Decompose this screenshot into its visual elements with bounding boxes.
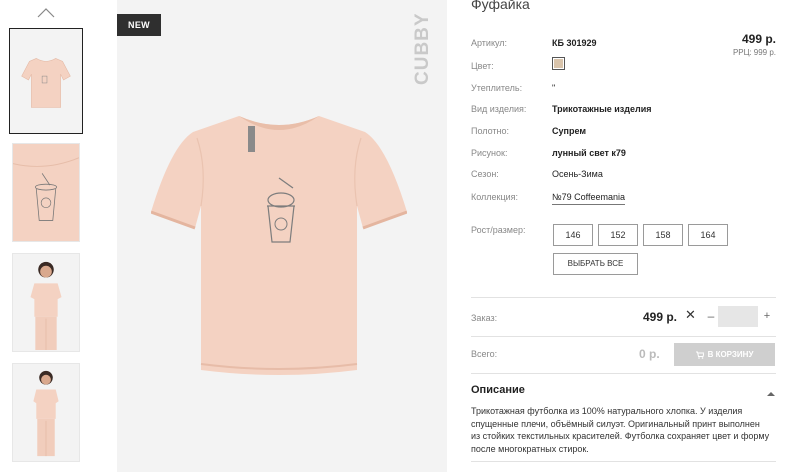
size-label: Рост/размер: [471,225,526,235]
attr-value: лунный свет к79 [552,148,626,158]
total-value: 0 р. [639,347,660,361]
product-title: Фуфайка [471,0,530,12]
divider [471,336,776,337]
t-shirt-image [151,116,407,375]
rrp-label: РРЦ: [732,48,752,57]
thumbnail-rail [0,0,95,472]
chevron-up-icon[interactable] [36,6,56,20]
attr-label: Вид изделия: [471,104,527,114]
product-price: 499 р. [741,32,776,46]
description-heading[interactable]: Описание [471,384,525,396]
quantity-decrement[interactable]: – [705,308,717,324]
order-label: Заказ: [471,313,498,323]
thumbnail-1[interactable] [9,28,83,134]
attr-value: КБ 301929 [552,38,597,48]
size-option-146[interactable]: 146 [553,224,593,246]
rrp-price: РРЦ: 999 р. [731,48,776,57]
main-product-image[interactable]: NEW CUBBY [117,0,447,472]
total-label: Всего: [471,349,498,359]
cart-button-label: В КОРЗИНУ [707,350,754,359]
attr-value: Трикотажные изделия [552,104,652,114]
attr-label: Сезон: [471,169,499,179]
attr-label: Артикул: [471,38,508,48]
description-text: Трикотажная футболка из 100% натуральног… [471,406,770,454]
add-to-cart-button[interactable]: В КОРЗИНУ [674,343,775,366]
product-info: Фуфайка 499 р. РРЦ: 999 р. Артикул: КБ 30… [471,0,776,472]
svg-text:CUBBY: CUBBY [412,14,433,85]
color-swatch[interactable] [552,57,565,70]
thumbnail-3[interactable] [12,253,80,352]
close-icon[interactable]: ✕ [685,308,696,321]
divider [471,373,776,374]
caret-up-icon[interactable] [766,385,776,396]
collection-link[interactable]: №79 Coffeemania [552,192,626,205]
order-price: 499 р. [643,310,678,324]
rrp-value: 999 р. [753,48,776,57]
thumbnail-2[interactable] [12,143,80,242]
new-badge: NEW [117,14,161,36]
attr-value: Осень-Зима [552,169,603,179]
size-option-164[interactable]: 164 [688,224,728,246]
attr-label: Утеплитель: [471,83,523,93]
divider [471,297,776,298]
quantity-increment[interactable]: + [761,308,773,324]
product-page: NEW CUBBY Фуфайка 499 р. РРЦ: 999 р. Арти… [0,0,800,472]
size-option-152[interactable]: 152 [598,224,638,246]
cart-icon [695,351,704,359]
attr-label: Цвет: [471,61,494,71]
size-option-158[interactable]: 158 [643,224,683,246]
attr-label: Рисунок: [471,148,508,158]
attr-label: Полотно: [471,126,510,136]
divider [471,461,776,462]
quantity-input[interactable] [718,306,758,327]
thumbnail-4[interactable] [12,363,80,462]
select-all-button[interactable]: ВЫБРАТЬ ВСЕ [553,253,638,275]
attr-value: Супрем [552,126,586,136]
attr-value: " [552,83,556,93]
brand-logo: CUBBY [412,14,433,85]
attr-label: Коллекция: [471,192,519,202]
